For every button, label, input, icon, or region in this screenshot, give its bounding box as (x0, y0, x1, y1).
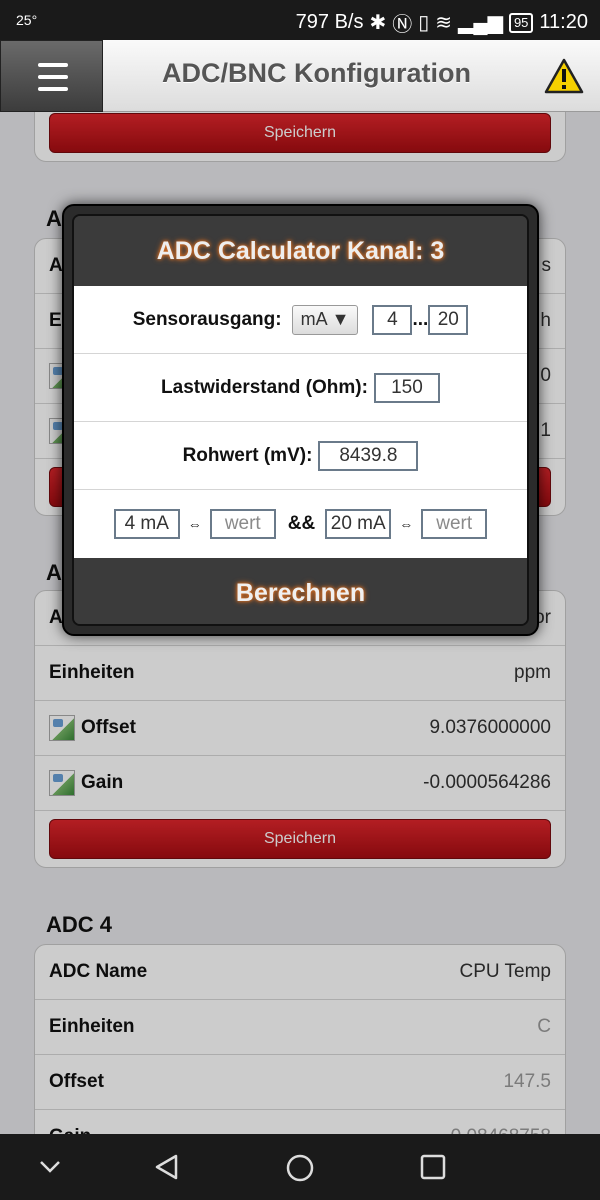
recents-icon[interactable] (420, 1154, 446, 1180)
back-icon[interactable] (154, 1154, 180, 1180)
page-title: ADC/BNC Konfiguration (162, 58, 471, 88)
system-nav-bar (0, 1134, 600, 1200)
dropdown-arrow-icon: ▼ (331, 308, 350, 329)
vibrate-icon: ▯ (418, 12, 430, 34)
temperature-text: 25° (16, 12, 38, 28)
dialog-body: Sensorausgang: mA ▼ 4 ... 20 Lastwiderst… (74, 286, 527, 558)
signal-icon: ▂▄▆ (458, 12, 503, 34)
app-header: ADC/BNC Konfiguration (0, 40, 600, 112)
calculate-button[interactable]: Berechnen (74, 558, 527, 624)
dialog-header: ADC Calculator Kanal: 3 (74, 216, 527, 286)
menu-button[interactable] (0, 40, 103, 112)
and-operator: && (287, 513, 316, 534)
raw-value-row: Rohwert (mV): 8439.8 (74, 422, 527, 490)
wifi-icon: ≋ (435, 12, 453, 34)
range-separator: ... (412, 308, 429, 330)
map-high-value-input[interactable]: wert (421, 509, 488, 539)
dialog-title: ADC Calculator Kanal: 3 (156, 236, 445, 265)
load-resistance-row: Lastwiderstand (Ohm): 150 (74, 354, 527, 422)
calculate-label: Berechnen (235, 578, 366, 607)
load-resistance-label: Lastwiderstand (Ohm): (161, 376, 368, 398)
mapping-row: 4 mA ⇔ wert && 20 mA ⇔ wert (74, 490, 527, 558)
clock: 11:20 (539, 11, 588, 33)
raw-value-label: Rohwert (mV): (182, 444, 313, 466)
network-speed: 797 B/s (295, 11, 364, 33)
range-max-input[interactable]: 20 (428, 304, 469, 335)
sensor-unit-select[interactable]: mA ▼ (291, 304, 359, 335)
range-min-input[interactable]: 4 (372, 304, 413, 335)
status-icons: 797 B/s ✱ Ⓝ ▯ ≋ ▂▄▆ 95 11:20 (296, 8, 588, 37)
hide-keyboard-icon[interactable] (38, 1154, 62, 1178)
nfc-icon: Ⓝ (392, 14, 413, 36)
home-icon[interactable] (286, 1154, 314, 1182)
bluetooth-icon: ✱ (369, 12, 387, 34)
raw-value-input[interactable]: 8439.8 (318, 440, 419, 471)
map-low-value-input[interactable]: wert (209, 509, 276, 539)
hamburger-icon (38, 63, 68, 67)
sensor-output-label: Sensorausgang: (132, 308, 282, 330)
status-bar: 25° 797 B/s ✱ Ⓝ ▯ ≋ ▂▄▆ 95 11:20 (0, 0, 600, 40)
load-resistance-input[interactable]: 150 (373, 372, 440, 403)
map-low-source-input[interactable]: 4 mA (113, 509, 180, 539)
adc-calculator-dialog: ADC Calculator Kanal: 3 Sensorausgang: m… (62, 204, 539, 636)
bidirectional-arrow-icon: ⇔ (399, 516, 414, 532)
map-high-source-input[interactable]: 20 mA (325, 509, 392, 539)
battery-icon: 95 (508, 12, 534, 33)
bidirectional-arrow-icon: ⇔ (187, 516, 202, 532)
warning-icon[interactable] (544, 58, 584, 94)
sensor-output-row: Sensorausgang: mA ▼ 4 ... 20 (74, 286, 527, 354)
